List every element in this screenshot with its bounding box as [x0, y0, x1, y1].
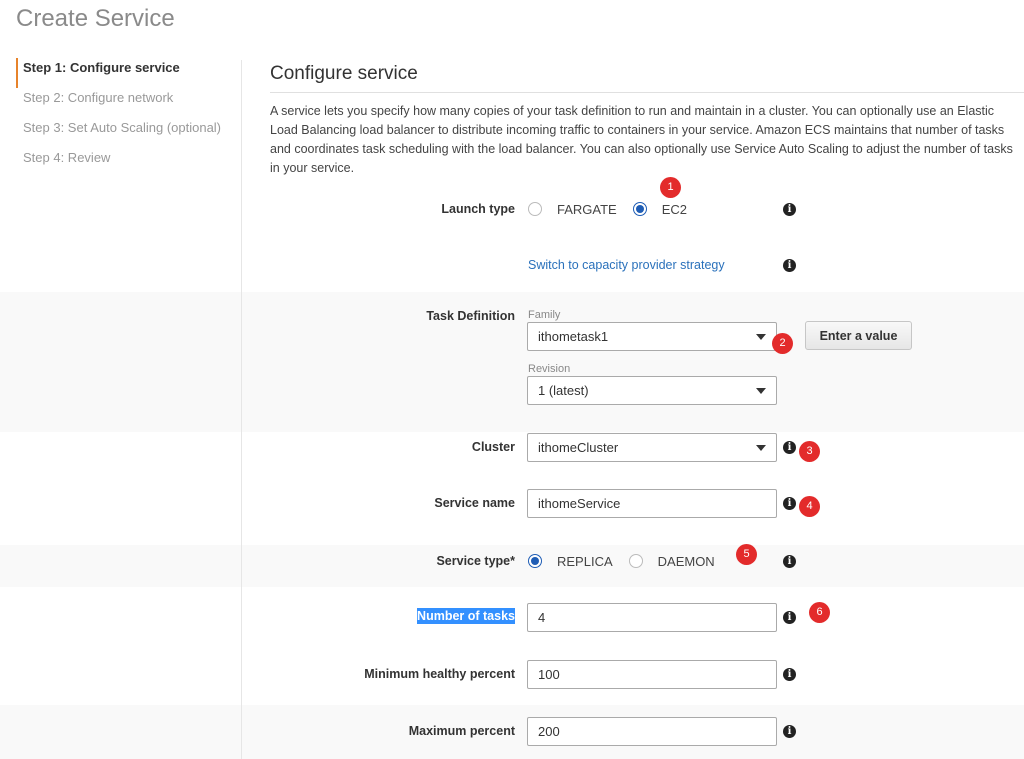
daemon-radio-label[interactable]: DAEMON	[658, 554, 715, 569]
sidebar-divider	[241, 60, 242, 759]
info-icon[interactable]: i	[783, 555, 796, 568]
info-icon[interactable]: i	[783, 497, 796, 510]
number-of-tasks-input[interactable]: 4	[527, 603, 777, 632]
family-label: Family	[528, 309, 561, 321]
section-divider	[270, 92, 1024, 93]
annotation-badge-3: 3	[799, 441, 820, 462]
chevron-down-icon	[756, 445, 766, 451]
family-select[interactable]: ithometask1	[527, 322, 777, 351]
step-configure-network[interactable]: Step 2: Configure network	[16, 88, 242, 118]
page-title: Create Service	[16, 5, 175, 32]
info-icon[interactable]: i	[783, 441, 796, 454]
annotation-badge-5: 5	[736, 544, 757, 565]
min-healthy-percent-label: Minimum healthy percent	[364, 667, 515, 681]
service-type-radio-group: REPLICA DAEMON	[528, 552, 731, 570]
number-of-tasks-label-text: Number of tasks	[417, 608, 515, 624]
fargate-radio-label[interactable]: FARGATE	[557, 202, 617, 217]
fargate-radio[interactable]	[528, 202, 542, 216]
ec2-radio-label[interactable]: EC2	[662, 202, 687, 217]
section-description: A service lets you specify how many copi…	[270, 104, 1013, 175]
annotation-badge-4: 4	[799, 496, 820, 517]
chevron-down-icon	[756, 388, 766, 394]
ec2-radio[interactable]	[632, 202, 647, 216]
info-icon[interactable]: i	[783, 203, 796, 216]
info-icon[interactable]: i	[783, 259, 796, 272]
info-icon[interactable]: i	[783, 611, 796, 624]
annotation-badge-6: 6	[809, 602, 830, 623]
replica-radio-label[interactable]: REPLICA	[557, 554, 613, 569]
cluster-select-value: ithomeCluster	[538, 440, 619, 455]
info-icon[interactable]: i	[783, 725, 796, 738]
capacity-provider-link[interactable]: Switch to capacity provider strategy	[528, 258, 725, 272]
number-of-tasks-label: Number of tasks	[417, 608, 515, 624]
service-type-label: Service type*	[436, 554, 515, 568]
daemon-radio[interactable]	[628, 554, 643, 568]
step-review[interactable]: Step 4: Review	[16, 148, 242, 178]
step-auto-scaling[interactable]: Step 3: Set Auto Scaling (optional)	[16, 118, 242, 148]
cluster-label: Cluster	[471, 440, 515, 454]
task-definition-label: Task Definition	[426, 309, 515, 323]
chevron-down-icon	[756, 334, 766, 340]
max-percent-input[interactable]: 200	[527, 717, 777, 746]
launch-type-radio-group: FARGATE EC2	[528, 200, 703, 218]
section-title: Configure service	[270, 63, 418, 84]
service-name-label: Service name	[434, 496, 515, 510]
max-percent-label: Maximum percent	[408, 724, 515, 738]
revision-label: Revision	[528, 363, 571, 375]
info-icon[interactable]: i	[783, 668, 796, 681]
min-healthy-percent-input[interactable]: 100	[527, 660, 777, 689]
family-select-value: ithometask1	[538, 329, 609, 344]
replica-radio[interactable]	[528, 554, 542, 568]
enter-value-button[interactable]: Enter a value	[805, 321, 912, 350]
revision-select[interactable]: 1 (latest)	[527, 376, 777, 405]
step-configure-service[interactable]: Step 1: Configure service	[16, 58, 242, 88]
service-name-input[interactable]: ithomeService	[527, 489, 777, 518]
annotation-badge-2: 2	[772, 333, 793, 354]
annotation-badge-1: 1	[660, 177, 681, 198]
cluster-select[interactable]: ithomeCluster	[527, 433, 777, 462]
launch-type-label: Launch type	[441, 202, 515, 216]
revision-select-value: 1 (latest)	[538, 383, 589, 398]
wizard-steps: Step 1: Configure service Step 2: Config…	[16, 58, 242, 178]
